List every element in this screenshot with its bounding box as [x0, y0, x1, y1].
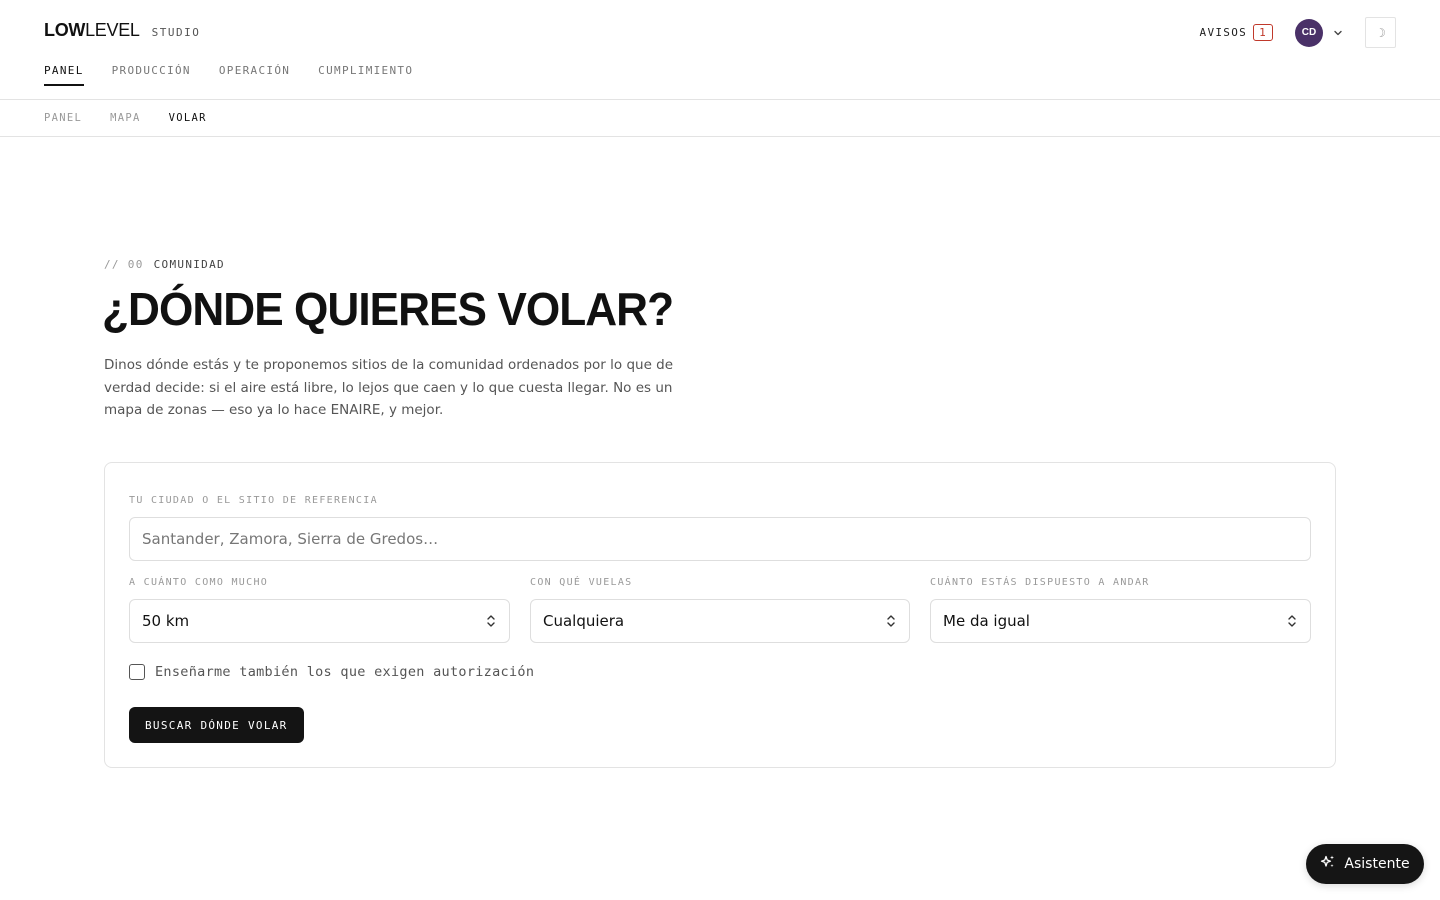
- eyebrow-number: // 00: [104, 258, 144, 271]
- subnav-tab-volar[interactable]: VOLAR: [169, 112, 207, 124]
- select-chevrons-icon: [885, 613, 897, 629]
- brand-level: LEVEL: [85, 20, 140, 40]
- aircraft-select[interactable]: Cualquiera: [530, 599, 910, 643]
- auth-checkbox-label: Enseñarme también los que exigen autoriz…: [155, 664, 535, 680]
- search-form-card: TU CIUDAD O EL SITIO DE REFERENCIA A CUÁ…: [104, 462, 1336, 768]
- city-field-label: TU CIUDAD O EL SITIO DE REFERENCIA: [129, 495, 378, 506]
- distance-select-value: 50 km: [142, 612, 190, 630]
- assistant-button[interactable]: Asistente: [1306, 844, 1424, 884]
- sparkles-icon: [1320, 854, 1336, 874]
- brand-low: LOW: [44, 20, 86, 40]
- aircraft-field-label: CON QUÉ VUELAS: [530, 577, 633, 588]
- select-chevrons-icon: [485, 613, 497, 629]
- intro-text: Dinos dónde estás y te proponemos sitios…: [104, 357, 674, 418]
- walk-select[interactable]: Me da igual: [930, 599, 1311, 643]
- nav-tab-cumplimiento[interactable]: CUMPLIMIENTO: [318, 64, 413, 86]
- nav-tab-panel[interactable]: PANEL: [44, 64, 84, 86]
- walk-select-value: Me da igual: [943, 612, 1030, 630]
- aircraft-select-value: Cualquiera: [543, 612, 625, 630]
- distance-field-label: A CUÁNTO COMO MUCHO: [129, 577, 269, 588]
- nav-tab-operacion[interactable]: OPERACIÓN: [219, 64, 290, 86]
- avisos-button[interactable]: AVISOS 1: [1200, 24, 1273, 41]
- city-input[interactable]: [129, 517, 1311, 561]
- nav-tab-produccion[interactable]: PRODUCCIÓN: [112, 64, 191, 86]
- auth-checkbox-row[interactable]: Enseñarme también los que exigen autoriz…: [129, 664, 534, 680]
- user-avatar[interactable]: CD: [1295, 18, 1323, 47]
- moon-icon: ☽: [1375, 25, 1386, 40]
- page-title: ¿DÓNDE QUIERES VOLAR?: [102, 283, 674, 335]
- main-nav: PANEL PRODUCCIÓN OPERACIÓN CUMPLIMIENTO: [44, 64, 413, 86]
- brand-studio: STUDIO: [151, 26, 201, 39]
- theme-toggle-button[interactable]: ☽: [1365, 17, 1396, 48]
- subnav-tab-panel[interactable]: PANEL: [44, 112, 82, 124]
- section-eyebrow: // 00 COMUNIDAD: [104, 258, 225, 271]
- header-actions: AVISOS 1 CD ☽: [1200, 17, 1396, 48]
- auth-checkbox[interactable]: [129, 664, 145, 680]
- avisos-count-badge: 1: [1253, 24, 1273, 41]
- walk-field-label: CUÁNTO ESTÁS DISPUESTO A ANDAR: [930, 577, 1150, 588]
- select-chevrons-icon: [1286, 613, 1298, 629]
- eyebrow-label: COMUNIDAD: [153, 258, 225, 271]
- brand-logo[interactable]: LOW LEVEL STUDIO: [44, 20, 200, 41]
- sub-nav: PANEL MAPA VOLAR: [0, 100, 1440, 137]
- distance-select[interactable]: 50 km: [129, 599, 510, 643]
- assistant-label: Asistente: [1344, 856, 1410, 872]
- search-submit-button[interactable]: BUSCAR DÓNDE VOLAR: [129, 707, 304, 743]
- subnav-tab-mapa[interactable]: MAPA: [110, 112, 141, 124]
- top-header: LOW LEVEL STUDIO PANEL PRODUCCIÓN OPERAC…: [0, 0, 1440, 100]
- avisos-label: AVISOS: [1199, 26, 1248, 39]
- chevron-down-icon[interactable]: [1331, 26, 1345, 40]
